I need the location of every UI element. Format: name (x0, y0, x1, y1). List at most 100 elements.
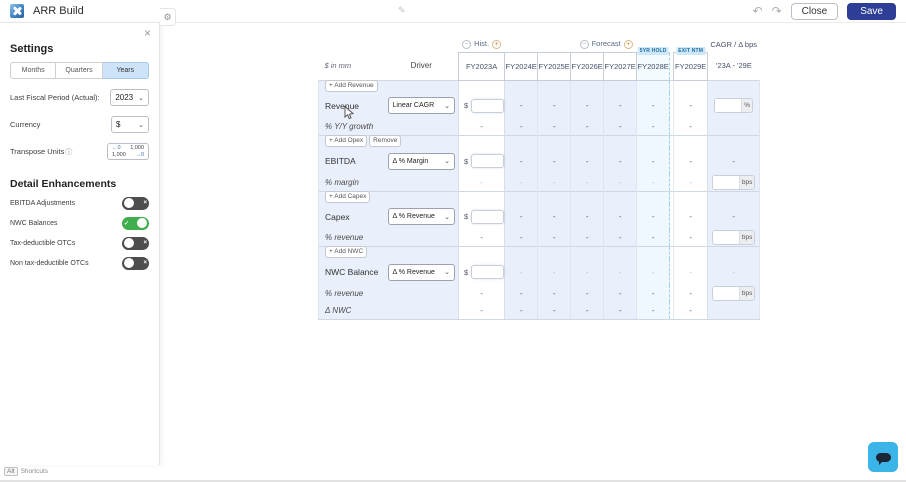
driver-cell: Δ % Revenue⌄ (385, 259, 459, 285)
currency-select[interactable]: $ ⌄ (111, 116, 149, 133)
value-dash: - (619, 289, 622, 298)
toggle-row: NWC Balances✓ (10, 216, 149, 230)
row-label-cell: Δ NWC (319, 302, 385, 319)
expand-icon[interactable]: + (624, 40, 633, 49)
collapse-icon[interactable]: − (580, 40, 589, 49)
value-dash: - (652, 289, 655, 298)
add-opex-button[interactable]: + Add Opex (325, 135, 367, 147)
redo-icon[interactable]: ↷ (772, 5, 782, 17)
revenue-cagr-input[interactable] (713, 287, 739, 300)
add-nwc-button[interactable]: + Add NWC (325, 246, 367, 258)
toggle-ebitda-adjustments[interactable]: × (122, 197, 149, 210)
mouse-cursor (344, 106, 355, 120)
ebitda-driver-select[interactable]: Δ % Margin⌄ (388, 153, 456, 170)
period-tab-years[interactable]: Years (103, 62, 149, 79)
revenue-cagr-input-group: bps (712, 286, 755, 301)
ebitda-hist-input[interactable] (471, 154, 504, 168)
forecast-cell: - (637, 285, 670, 302)
table-cell (637, 191, 670, 204)
table-cell (538, 191, 571, 204)
fiscal-period-select[interactable]: 2023 ⌄ (110, 89, 149, 106)
toggle-knob (137, 218, 147, 228)
period-tab-months[interactable]: Months (10, 62, 56, 79)
toggle-nwc-balances[interactable]: ✓ (122, 217, 149, 230)
row-label-cell: % Y/Y growth (319, 119, 385, 136)
revenue-cagr-input[interactable] (713, 231, 739, 244)
table-cell (538, 136, 571, 149)
section-button-row: + Add OpexRemove (319, 136, 760, 149)
margin-cagr-input[interactable] (713, 176, 739, 189)
section-button-cell: + Add OpexRemove (319, 136, 459, 149)
nwc-balance-hist-input[interactable] (471, 265, 504, 279)
panel-settings-tab[interactable]: ⚙ (160, 8, 176, 26)
table-section: + Add CapexCapexΔ % Revenue⌄$-------% re… (319, 191, 760, 247)
toggle-knob (124, 198, 134, 208)
table-row: NWC BalanceΔ % Revenue⌄$------- (319, 259, 760, 285)
exit-badge: EXIT NTM (676, 47, 705, 55)
table-cell (637, 80, 670, 93)
driver-cell (385, 302, 459, 319)
toggle-non-tax-deductible-otcs[interactable]: × (122, 257, 149, 270)
chat-launcher-button[interactable] (868, 442, 898, 472)
forecast-cell: - (538, 259, 571, 285)
value-dash: - (689, 306, 692, 315)
value-dash: - (480, 122, 483, 131)
capex-driver-select[interactable]: Δ % Revenue⌄ (388, 208, 456, 225)
transpose-units-button[interactable]: ←0 1,000 1,000 →0 (107, 143, 149, 160)
section-button-cell: + Add Capex (319, 191, 459, 204)
forecast-cell: - (571, 174, 604, 191)
cagr-cell (708, 302, 760, 319)
value-dash: - (520, 306, 523, 315)
cagr-cell: - (708, 148, 760, 174)
table-cell (674, 136, 708, 149)
row-label-margin: % margin (325, 178, 359, 187)
period-tab-quarters[interactable]: Quarters (56, 62, 102, 79)
value-dash: - (586, 306, 589, 315)
row-label-revenue: % revenue (325, 233, 363, 242)
undo-icon[interactable]: ↶ (753, 5, 763, 17)
units-note: $ in mm (319, 52, 385, 80)
table-cell (637, 247, 670, 260)
unit-suffix: bps (739, 287, 754, 300)
currency-label: Currency (10, 120, 40, 129)
close-panel-icon[interactable]: × (144, 27, 151, 39)
expand-icon[interactable]: + (492, 40, 501, 49)
close-button[interactable]: Close (791, 3, 839, 20)
revenue-cagr-input[interactable] (715, 99, 741, 112)
value-dash: - (652, 233, 655, 242)
capex-hist-input[interactable] (471, 210, 504, 224)
table-row: % revenue-------bps (319, 230, 760, 247)
table-section: + Add NWCNWC BalanceΔ % Revenue⌄$-------… (319, 247, 760, 320)
fy2029-cell: - (674, 285, 708, 302)
table-cell (708, 136, 760, 149)
top-bar: ARR Build ✎ ↶ ↷ Close Save (0, 0, 906, 23)
column-header-fy2026e: FY2026E (571, 52, 604, 80)
forecast-cell: - (538, 302, 571, 319)
edit-title-icon[interactable]: ✎ (398, 5, 406, 16)
info-icon[interactable]: ⓘ (65, 149, 72, 156)
forecast-cell: - (538, 119, 571, 136)
table-cell (708, 80, 760, 93)
forecast-cell: - (505, 259, 538, 285)
table-cell (505, 191, 538, 204)
forecast-cell: - (505, 285, 538, 302)
collapse-icon[interactable]: − (462, 40, 471, 49)
value-dash: - (586, 233, 589, 242)
save-button[interactable]: Save (847, 3, 896, 20)
revenue-driver-select[interactable]: Linear CAGR⌄ (388, 97, 456, 114)
margin-cagr-input-group: bps (712, 175, 755, 190)
table-cell (459, 136, 505, 149)
hist-cell: $ (459, 259, 505, 285)
add-revenue-button[interactable]: + Add Revenue (325, 80, 378, 92)
fiscal-period-value: 2023 (115, 93, 133, 102)
shortcut-hint-label: Shortcuts (21, 468, 48, 475)
remove-button[interactable]: Remove (369, 135, 401, 147)
value-dash: - (619, 268, 622, 277)
revenue-hist-input[interactable] (471, 99, 504, 113)
forecast-cell: - (571, 285, 604, 302)
add-capex-button[interactable]: + Add Capex (325, 191, 370, 203)
nwc-balance-driver-select[interactable]: Δ % Revenue⌄ (388, 264, 456, 281)
value-dash: - (652, 268, 655, 277)
value-dash: - (553, 178, 556, 187)
toggle-tax-deductible-otcs[interactable]: × (122, 237, 149, 250)
